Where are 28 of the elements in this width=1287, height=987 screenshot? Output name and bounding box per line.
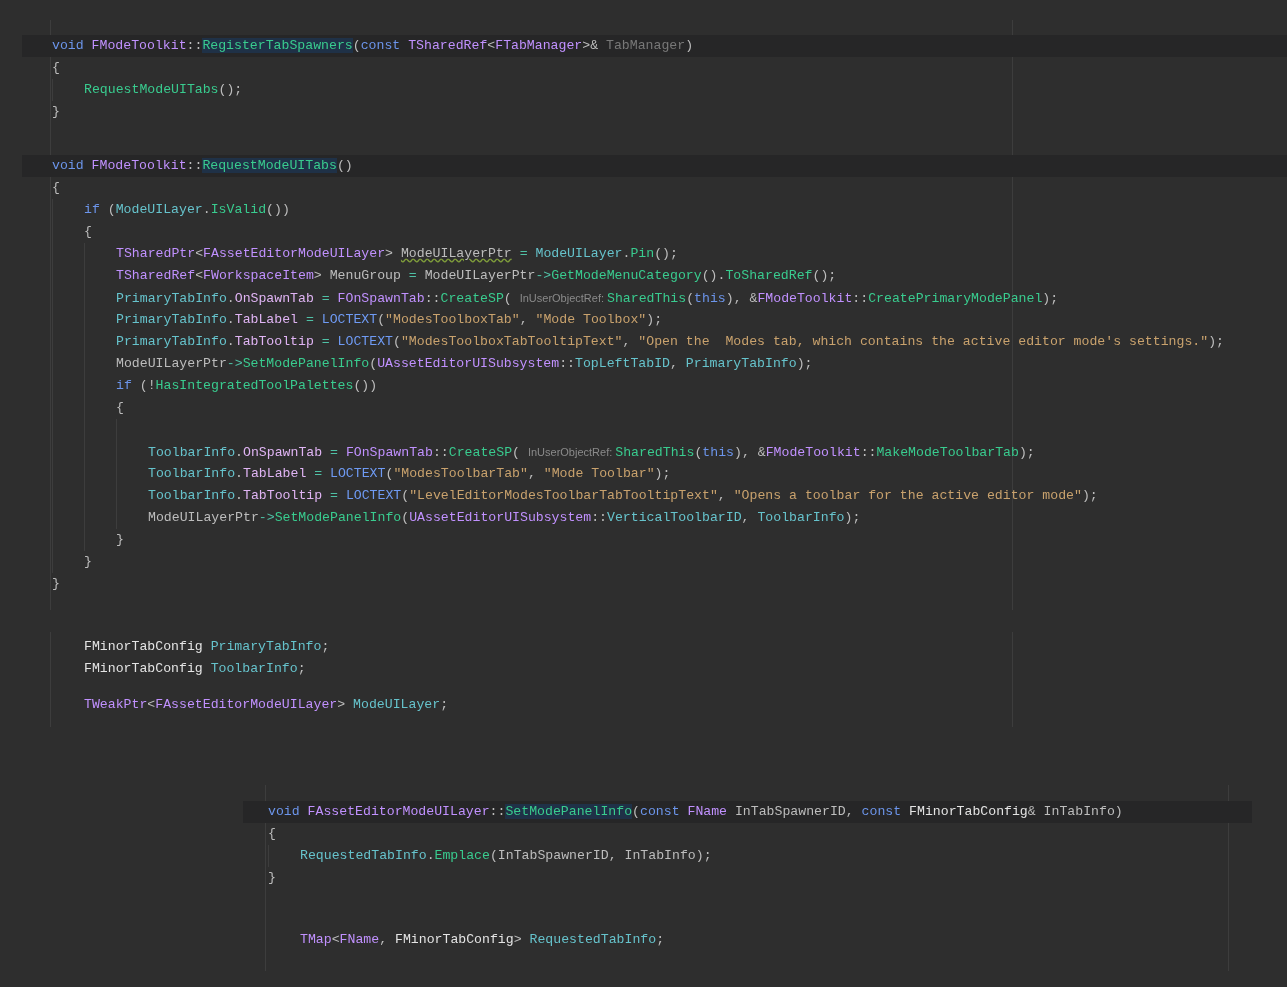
code-line: TSharedRef<FWorkspaceItem> MenuGroup = ModeUILayerPtr->GetModeMenuCategory().ToSharedRef(); (116, 267, 838, 285)
code-line: TWeakPtr<FAssetEditorModeUILayer> ModeUILayer; (83, 696, 450, 714)
code-line: TMap<FName, FMinorTabConfig> RequestedTabInfo; (299, 931, 666, 949)
code-line: FMinorTabConfig ToolbarInfo; (83, 660, 307, 678)
code-line: { (267, 825, 277, 843)
code-line: { (116, 399, 125, 417)
code-line: RequestedTabInfo.Emplace(InTabSpawnerID, InTabInfo); (300, 847, 713, 865)
code-line: ToolbarInfo.TabTooltip = LOCTEXT("LevelEditorModesToolbarTabTooltipText", "Opens a toolbar for the active editor mode"); (148, 487, 1099, 505)
code-line: } (116, 531, 125, 549)
code-line: ToolbarInfo.OnSpawnTab = FOnSpawnTab::CreateSP( InUserObjectRef: SharedThis(this), &FModeToolkit::MakeModeToolbarTab); (148, 444, 1036, 462)
code-line: ModeUILayerPtr->SetModePanelInfo(UAssetEditorUISubsystem::VerticalToolbarID, ToolbarInfo); (148, 509, 862, 527)
code-line: RequestModeUITabs(); (84, 81, 244, 99)
code-line: ToolbarInfo.TabLabel = LOCTEXT("ModesToolbarTab", "Mode Toolbar"); (148, 465, 672, 483)
code-line: { (51, 59, 61, 77)
code-line: if (!HasIntegratedToolPalettes()) (116, 377, 379, 395)
code-line: { (84, 223, 93, 241)
code-line: PrimaryTabInfo.TabLabel = LOCTEXT("ModesToolboxTab", "Mode Toolbox"); (116, 311, 664, 329)
code-line: if (ModeUILayer.IsValid()) (84, 201, 291, 219)
code-line: PrimaryTabInfo.TabTooltip = LOCTEXT("ModesToolboxTabTooltipText", "Open the Modes tab, which contains the active editor mode's settings."); (116, 333, 1225, 351)
code-line: PrimaryTabInfo.OnSpawnTab = FOnSpawnTab::CreateSP( InUserObjectRef: SharedThis(this), &FModeToolkit::CreatePrimaryModePanel); (116, 290, 1060, 308)
code-line: TSharedPtr<FAssetEditorModeUILayer> ModeUILayerPtr = ModeUILayer.Pin(); (116, 245, 679, 263)
code-line: } (51, 103, 61, 121)
code-line: FMinorTabConfig PrimaryTabInfo; (83, 638, 331, 656)
code-line: ModeUILayerPtr->SetModePanelInfo(UAssetEditorUISubsystem::TopLeftTabID, PrimaryTabInfo); (116, 355, 814, 373)
code-line: { (51, 179, 61, 197)
code-line: } (51, 575, 61, 593)
code-line: } (267, 869, 277, 887)
code-line: } (84, 553, 93, 571)
